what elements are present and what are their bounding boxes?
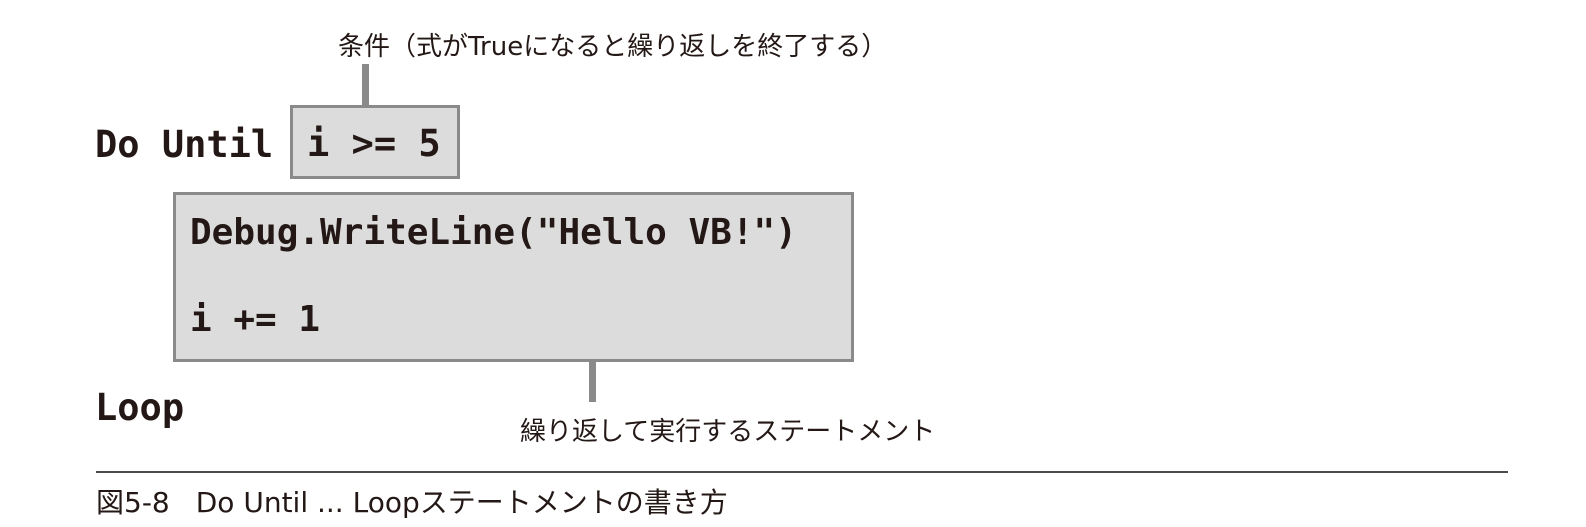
figure-caption: 図5-8 Do Until ... Loopステートメントの書き方 bbox=[96, 481, 728, 521]
statements-box: Debug.WriteLine("Hello VB!") i += 1 bbox=[173, 192, 854, 362]
do-until-keyword: Do Until bbox=[95, 123, 274, 166]
statement-debug-writeline: Debug.WriteLine("Hello VB!") bbox=[190, 212, 797, 253]
statements-leader-line bbox=[589, 362, 596, 402]
condition-box: i >= 5 bbox=[290, 105, 460, 179]
condition-annotation: 条件（式がTrueになると繰り返しを終了する） bbox=[338, 32, 888, 62]
statements-annotation: 繰り返して実行するステートメント bbox=[520, 417, 936, 447]
condition-code: i >= 5 bbox=[307, 122, 441, 165]
loop-keyword: Loop bbox=[95, 386, 185, 429]
figure-number: 図5-8 bbox=[96, 486, 170, 519]
figure-title: Do Until ... Loopステートメントの書き方 bbox=[195, 486, 728, 519]
condition-leader-line bbox=[362, 64, 369, 106]
statement-increment: i += 1 bbox=[190, 299, 321, 340]
caption-divider bbox=[96, 471, 1508, 473]
